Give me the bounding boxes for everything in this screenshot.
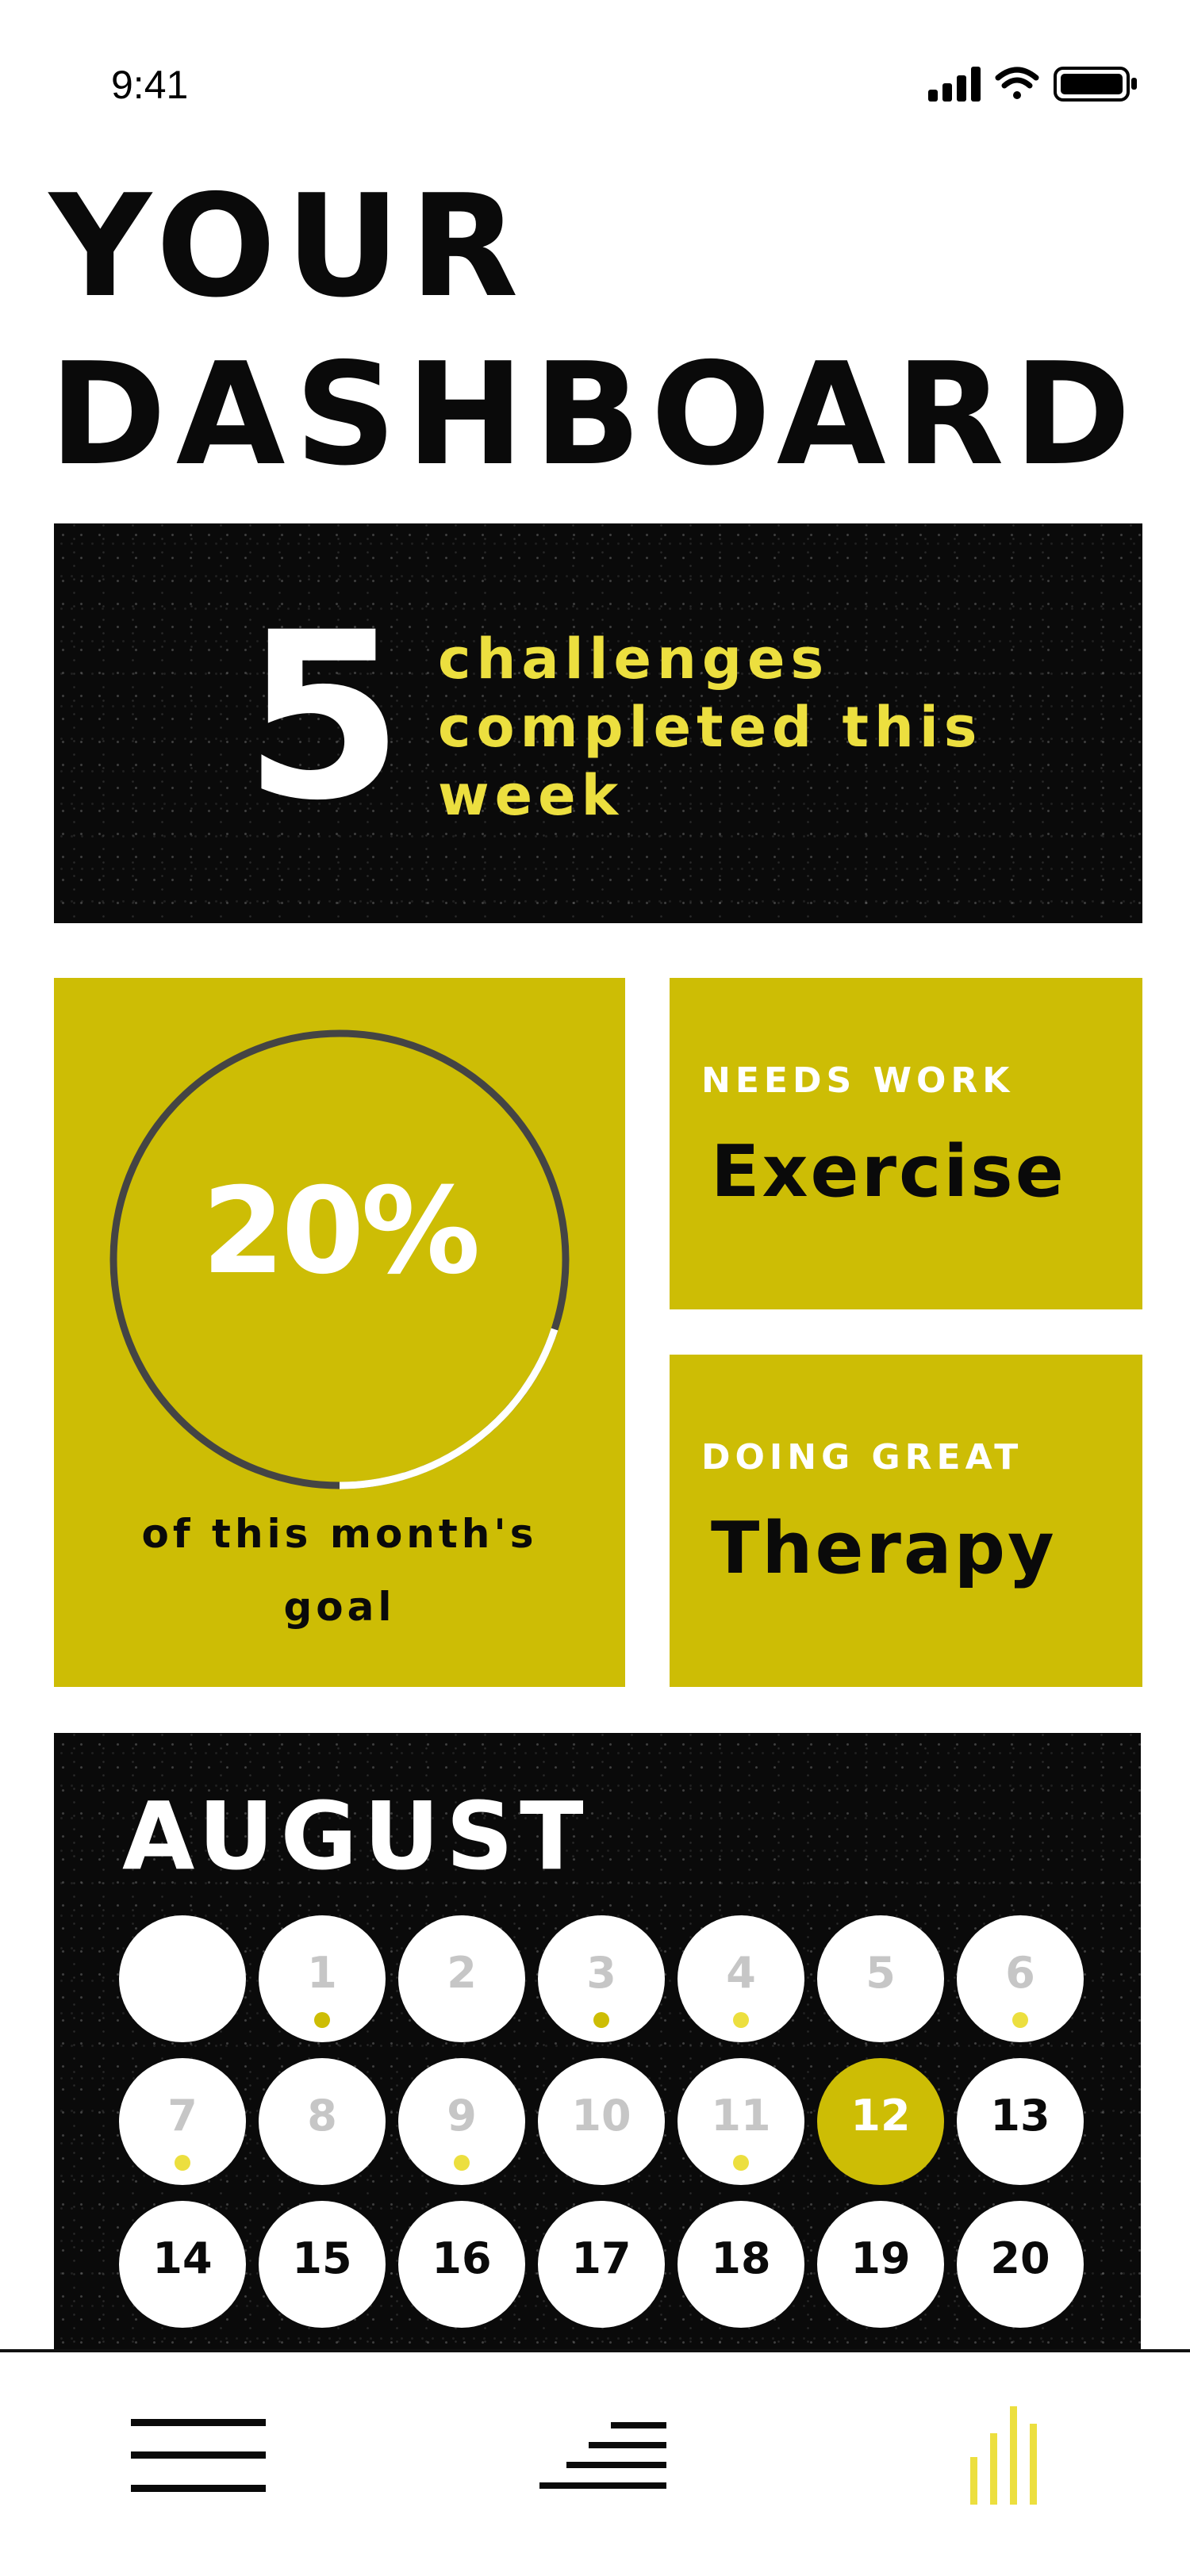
wifi-icon: [995, 67, 1039, 99]
nav-menu-button[interactable]: [119, 2384, 278, 2527]
activity-dot: [733, 2012, 749, 2028]
calendar-day-number: 17: [571, 2233, 631, 2283]
calendar-day-5[interactable]: 5: [817, 1915, 944, 2042]
activity-dot: [733, 2155, 749, 2171]
calendar-day-number: 18: [711, 2233, 771, 2283]
doing-great-card[interactable]: DOING GREAT Therapy: [670, 1355, 1142, 1687]
page-title-line-2: DASHBOARD: [49, 332, 1141, 496]
page-title: YOUR DASHBOARD: [49, 163, 1160, 499]
calendar-day-16[interactable]: 16: [398, 2201, 525, 2328]
calendar-day-number: 7: [167, 2091, 198, 2141]
calendar-day-number: 1: [307, 1948, 337, 1998]
status-icons: [928, 67, 1137, 102]
calendar-day-number: 15: [292, 2233, 352, 2283]
calendar-day-1[interactable]: 1: [259, 1915, 386, 2042]
calendar-day-empty: [119, 1915, 246, 2042]
activity-dot: [593, 2012, 609, 2028]
calendar-day-15[interactable]: 15: [259, 2201, 386, 2328]
calendar-day-number: 14: [152, 2233, 213, 2283]
calendar-day-14[interactable]: 14: [119, 2201, 246, 2328]
menu-icon: [131, 2419, 266, 2492]
activity-dot: [314, 2012, 330, 2028]
calendar-day-9[interactable]: 9: [398, 2058, 525, 2185]
activity-dot: [1012, 2012, 1028, 2028]
needs-work-value: Exercise: [711, 1130, 1066, 1213]
calendar-day-18[interactable]: 18: [678, 2201, 804, 2328]
calendar-day-number: 20: [990, 2233, 1050, 2283]
calendar-day-number: 4: [726, 1948, 756, 1998]
monthly-goal-card[interactable]: 20% of this month's goal: [54, 978, 625, 1687]
goal-ring-progress: [339, 1328, 559, 1489]
calendar-day-19[interactable]: 19: [817, 2201, 944, 2328]
challenges-card[interactable]: 5 challenges completed this week: [54, 523, 1142, 923]
calendar-day-10[interactable]: 10: [538, 2058, 665, 2185]
calendar-day-number: 5: [866, 1948, 896, 1998]
calendar-day-number: 8: [307, 2091, 337, 2141]
calendar-day-13[interactable]: 13: [957, 2058, 1084, 2185]
calendar-day-number: 9: [447, 2091, 477, 2141]
page-title-line-1: YOUR: [49, 164, 528, 328]
calendar-day-11[interactable]: 11: [678, 2058, 804, 2185]
activity-dot: [175, 2155, 190, 2171]
calendar-day-17[interactable]: 17: [538, 2201, 665, 2328]
calendar-day-number: 13: [990, 2091, 1050, 2141]
calendar-month: AUGUST: [122, 1781, 590, 1891]
calendar-day-number: 2: [447, 1948, 477, 1998]
calendar-day-2[interactable]: 2: [398, 1915, 525, 2042]
steps-icon: [539, 2422, 666, 2489]
goal-percent: 20%: [202, 1163, 480, 1301]
doing-great-label: DOING GREAT: [701, 1437, 1023, 1478]
activity-dot: [454, 2155, 470, 2171]
challenges-label: challenges completed this week: [438, 627, 983, 828]
needs-work-card[interactable]: NEEDS WORK Exercise: [670, 978, 1142, 1309]
calendar-day-4[interactable]: 4: [678, 1915, 804, 2042]
bar-chart-icon: [970, 2406, 1037, 2505]
goal-caption: of this month's goal: [141, 1511, 538, 1630]
calendar-day-8[interactable]: 8: [259, 2058, 386, 2185]
calendar-day-number: 11: [711, 2091, 771, 2141]
nav-stats-button[interactable]: [944, 2384, 1063, 2527]
calendar-day-number: 3: [586, 1948, 616, 1998]
calendar-day-12[interactable]: 12: [817, 2058, 944, 2185]
calendar-day-3[interactable]: 3: [538, 1915, 665, 2042]
status-time: 9:41: [111, 63, 189, 107]
calendar-day-6[interactable]: 6: [957, 1915, 1084, 2042]
status-bar: 9:41: [0, 0, 1190, 159]
calendar-day-number: 19: [850, 2233, 911, 2283]
calendar-day-number: 6: [1005, 1948, 1035, 1998]
calendar-card: AUGUST 1 2 3 4 5 6 7 8 9 10 11 12 13 14 15 16 17 18 19 20: [54, 1733, 1141, 2352]
battery-icon: [1054, 67, 1137, 102]
signal-icon: [928, 67, 981, 102]
calendar-day-number: 12: [850, 2091, 911, 2141]
needs-work-label: NEEDS WORK: [701, 1060, 1015, 1101]
calendar-day-number: 10: [571, 2091, 631, 2141]
calendar-day-7[interactable]: 7: [119, 2058, 246, 2185]
bottom-nav: [0, 2349, 1190, 2576]
calendar-day-number: 16: [432, 2233, 492, 2283]
challenges-count: 5: [244, 584, 404, 851]
nav-progress-button[interactable]: [524, 2384, 682, 2527]
calendar-day-20[interactable]: 20: [957, 2201, 1084, 2328]
doing-great-value: Therapy: [711, 1507, 1057, 1590]
calendar-day-grid: 1 2 3 4 5 6 7 8 9 10 11 12 13 14 15 16 17 18 19 20: [119, 1915, 1084, 2328]
